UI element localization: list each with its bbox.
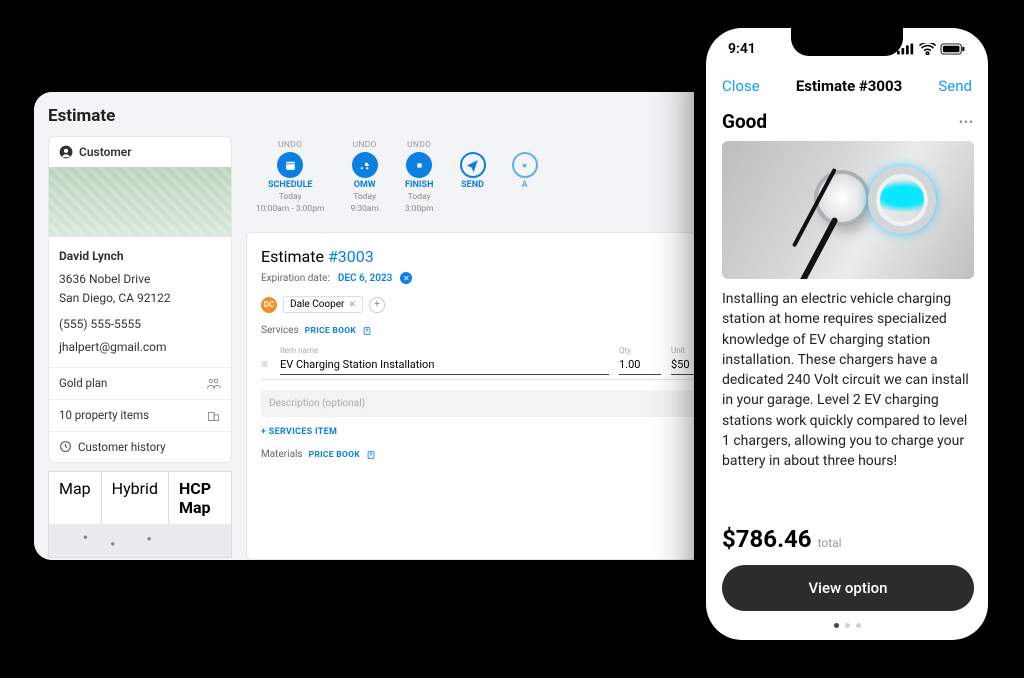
customer-map-thumb[interactable] (49, 167, 231, 237)
pager-dot[interactable] (856, 623, 861, 628)
map-tab-hybrid[interactable]: Hybrid (101, 471, 168, 524)
send-icon (460, 152, 486, 178)
calendar-icon (277, 152, 303, 178)
customer-column: Customer David Lynch 3636 Nobel Drive Sa… (48, 136, 232, 560)
customer-plan: Gold plan (59, 376, 107, 390)
option-more-icon[interactable]: ••• (959, 115, 974, 129)
step-omw[interactable]: UNDO OMW Today 9:30am (350, 140, 378, 214)
price-book-link-materials[interactable]: PRICE BOOK (309, 450, 360, 460)
option-title: Good (722, 110, 767, 133)
estimate-number: #3003 (328, 247, 374, 266)
truck-icon (352, 152, 378, 178)
nav-title: Estimate #3003 (796, 77, 902, 95)
option-price-row: $786.46 total (722, 525, 974, 553)
customer-property-items: 10 property items (59, 408, 149, 422)
building-icon (206, 408, 221, 423)
option-price-suffix: total (818, 536, 842, 550)
send-button[interactable]: Send (938, 77, 972, 95)
assignee-avatar: DC (261, 297, 277, 313)
price-book-link[interactable]: PRICE BOOK (305, 326, 356, 336)
next-icon: ● (512, 152, 538, 178)
option-hero-image (722, 141, 974, 279)
phone-frame: 9:41 Close Estimate #3003 Send Good ••• (694, 16, 1000, 652)
expiration-row: Expiration date: DEC 6, 2023 ✕ (261, 272, 705, 284)
customer-name: David Lynch (59, 247, 221, 266)
pager-dot-active (834, 623, 839, 628)
pager-dot[interactable] (845, 623, 850, 628)
people-icon (206, 376, 221, 391)
price-book-icon (366, 450, 376, 460)
clear-date-icon[interactable]: ✕ (400, 272, 412, 284)
customer-history-link[interactable]: Customer history (49, 431, 231, 462)
customer-items-row[interactable]: 10 property items (49, 399, 231, 431)
item-name-input[interactable]: EV Charging Station Installation (280, 355, 609, 375)
customer-section-label: Customer (79, 145, 132, 159)
phone-side-button (1000, 146, 1004, 226)
assignee-chip[interactable]: Dale Cooper ✕ (283, 296, 363, 313)
customer-icon (59, 145, 73, 159)
map-tab-map[interactable]: Map (48, 471, 101, 524)
map-type-selector: Map Hybrid HCP Map (48, 471, 232, 558)
customer-phone[interactable]: (555) 555-5555 (59, 315, 221, 334)
drag-handle-icon[interactable]: ≡ (261, 357, 270, 375)
materials-label: Materials (261, 449, 303, 460)
estimate-title: Estimate #3003 (261, 247, 705, 266)
nav-bar: Close Estimate #3003 Send (706, 70, 988, 102)
customer-email[interactable]: jhalpert@gmail.com (59, 338, 221, 357)
battery-icon (940, 43, 966, 55)
add-assignee-button[interactable]: + (369, 297, 385, 313)
map-tab-hcp[interactable]: HCP Map (168, 471, 232, 524)
stop-icon (406, 152, 432, 178)
estimate-window: Estimate Customer David Lynch 3636 Nobel… (34, 92, 734, 560)
line-item-row: ≡ Item name EV Charging Station Installa… (261, 342, 705, 380)
option-price: $786.46 (722, 525, 812, 553)
customer-header: Customer (49, 137, 231, 167)
status-time: 9:41 (728, 41, 756, 57)
step-next-peek: . ● A (512, 140, 538, 214)
mini-map[interactable] (48, 524, 232, 558)
customer-address-2: San Diego, CA 92122 (59, 289, 221, 308)
step-schedule[interactable]: UNDO SCHEDULE Today 10:00am - 3:00pm (256, 140, 324, 214)
customer-address-1: 3636 Nobel Drive (59, 270, 221, 289)
customer-card: Customer David Lynch 3636 Nobel Drive Sa… (48, 136, 232, 463)
workflow-stepbar: UNDO SCHEDULE Today 10:00am - 3:00pm UND… (246, 136, 720, 222)
services-label: Services (261, 325, 299, 336)
estimate-option-card: Good ••• Installing an electric vehicle … (722, 110, 974, 611)
step-finish[interactable]: UNDO FINISH Today 3:00pm (405, 140, 434, 214)
customer-plan-row[interactable]: Gold plan (49, 367, 231, 399)
page-indicator (706, 611, 988, 640)
history-icon (59, 440, 72, 453)
estimate-card: Estimate #3003 Expiration date: DEC 6, 2… (246, 232, 720, 560)
page-title: Estimate (48, 106, 734, 126)
step-send[interactable]: . SEND (460, 140, 486, 214)
qty-input[interactable]: 1.00 (619, 355, 661, 375)
price-book-icon (362, 326, 372, 336)
remove-assignee-icon[interactable]: ✕ (348, 300, 356, 310)
add-services-item-button[interactable]: + SERVICES ITEM (261, 427, 705, 437)
phone-notch (791, 28, 903, 56)
customer-history-label: Customer history (78, 440, 166, 454)
close-button[interactable]: Close (722, 77, 760, 95)
expiration-date[interactable]: DEC 6, 2023 (338, 273, 393, 284)
wifi-icon (919, 43, 936, 55)
description-input[interactable]: Description (optional) (261, 390, 705, 417)
view-option-button[interactable]: View option (722, 565, 974, 611)
option-description: Installing an electric vehicle charging … (722, 289, 974, 517)
assignee-row: DC Dale Cooper ✕ + (261, 296, 705, 313)
